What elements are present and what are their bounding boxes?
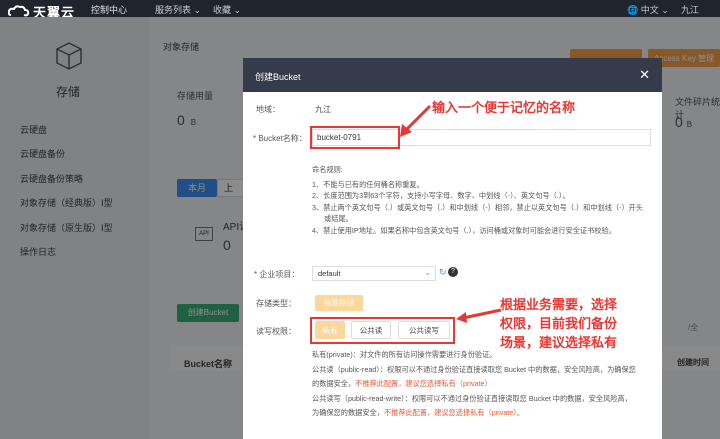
rule-item: 2、长度范围为3到63个字符，支持小写字母、数字、中划线（-）、英文句号（.）。	[312, 191, 570, 200]
storage-type-label: 存储类型：	[256, 299, 296, 308]
permission-description: 私有(private)：对文件的所有访问操作需要进行身份验证。 公共读（publ…	[312, 348, 657, 421]
service-list-menu[interactable]: 服务列表 ⌄	[155, 3, 201, 16]
project-label: * 企业项目：	[254, 270, 300, 279]
top-nav: 天翼云 控制中心 服务列表 ⌄ 收藏 ⌄ 🌐 中文 ⌄ 九江	[0, 0, 720, 20]
favorites-menu[interactable]: 收藏 ⌄	[213, 3, 241, 16]
console-link[interactable]: 控制中心	[91, 3, 127, 16]
close-icon[interactable]: ✕	[639, 67, 650, 83]
annotation-line: 场景，建议选择私有	[500, 335, 618, 350]
language-switch[interactable]: 🌐 中文 ⌄	[627, 3, 669, 16]
region-label: 地域：	[256, 105, 280, 114]
dialog-title: 创建Bucket	[255, 72, 301, 82]
project-select[interactable]: default ⌄	[312, 266, 436, 281]
highlight-box-name	[310, 126, 400, 149]
desc-public-read-write: 公共读写（public-read-write）：权限可以不通过身份验证直接读取您…	[312, 393, 632, 403]
rules-title: 命名规则:	[312, 165, 343, 174]
bucket-name-label: * Bucket名称：	[253, 134, 307, 143]
refresh-icon[interactable]: ↻	[439, 267, 447, 278]
region-value: 九江	[315, 105, 331, 114]
naming-rules: 命名规则: 1、不能与已有的任何桶名称重复。 2、长度范围为3到63个字符，支持…	[312, 164, 652, 236]
desc-public-read-cont: 的数据安全，	[312, 379, 356, 388]
chevron-down-icon: ⌄	[424, 268, 431, 277]
permission-label: 读写权限：	[256, 327, 296, 336]
annotation-arrow-name	[400, 104, 432, 137]
dialog-header: 创建Bucket ✕	[243, 58, 662, 92]
annotation-permission-hint: 根据业务需要，选择 权限，目前我们备份 场景，建议选择私有	[500, 295, 617, 352]
highlight-box-permission	[310, 317, 455, 344]
rule-item: 3、禁止两个英文句号（.）或英文句号（.）和中划线（-）相邻，禁止以英文句号（.…	[312, 202, 644, 212]
desc-public-read: 公共读（public-read）：权限可以不通过身份验证直接读取您 Bucket…	[312, 364, 636, 374]
rule-item: 或结尾。	[324, 214, 353, 223]
help-icon[interactable]: ?	[448, 267, 458, 277]
user-menu[interactable]: 九江	[681, 3, 699, 16]
annotation-line: 权限，目前我们备份	[500, 316, 618, 331]
rule-item: 4、禁止使用IP地址。如果名称中包含英文句号（.），访问桶或对象时可能会进行安全…	[312, 225, 616, 235]
rule-item: 1、不能与已有的任何桶名称重复。	[312, 179, 424, 189]
storage-type-standard[interactable]: 标准存储	[315, 295, 363, 311]
desc-public-read-warning: 不推荐此配置，建议您选择私有（private）	[355, 379, 492, 388]
desc-public-rw-warning: 不推荐此配置，建议您选择私有（private）。	[383, 408, 525, 417]
annotation-name-hint: 输入一个便于记忆的名称	[432, 100, 576, 115]
annotation-arrow-permission	[456, 308, 502, 323]
annotation-line: 根据业务需要，选择	[500, 297, 618, 312]
desc-public-rw-cont: 为确保您的数据安全，	[312, 408, 384, 417]
